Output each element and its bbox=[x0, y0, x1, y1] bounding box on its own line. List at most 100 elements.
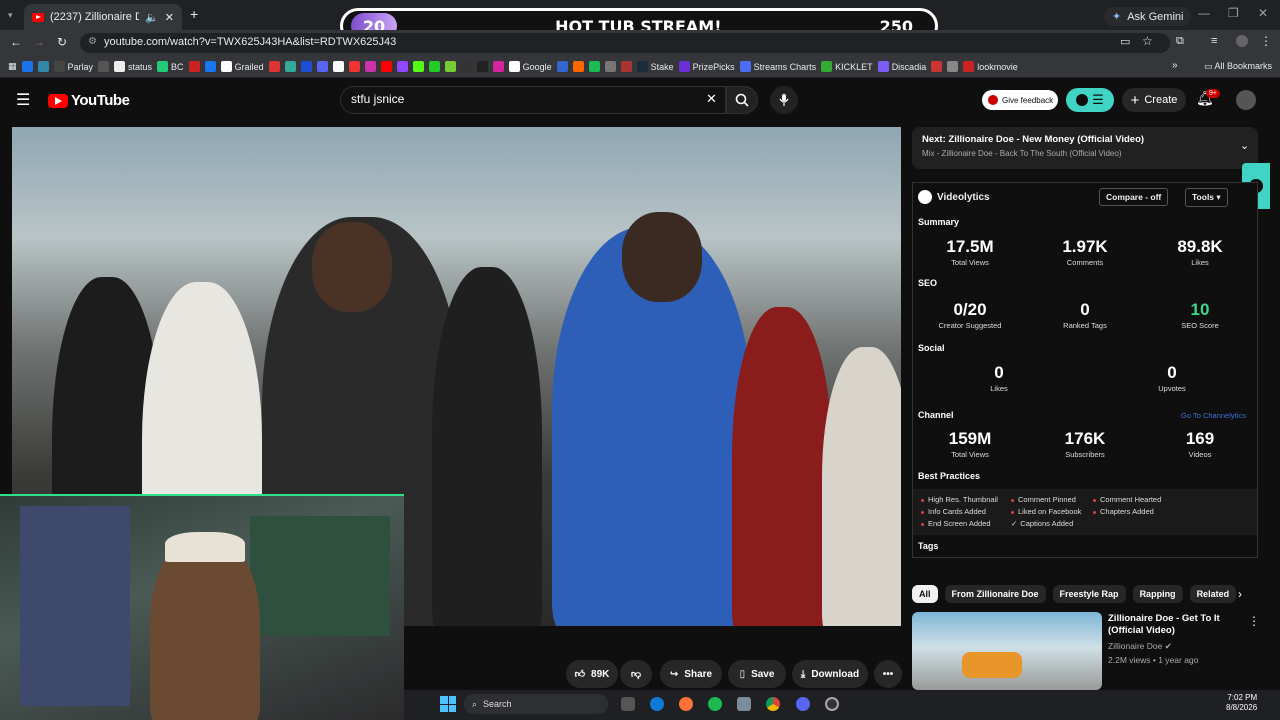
taskbar-clock[interactable]: 7:02 PM 8/8/2026 bbox=[1226, 693, 1257, 713]
profile-avatar[interactable] bbox=[1236, 35, 1248, 47]
edge-icon[interactable] bbox=[650, 697, 664, 711]
like-button[interactable]: 👍︎ 89K bbox=[566, 660, 618, 688]
minimize-button[interactable]: — bbox=[1198, 6, 1210, 20]
bookmark-parlay[interactable]: Parlay bbox=[53, 61, 93, 72]
forward-icon[interactable]: → bbox=[33, 35, 45, 49]
bookmark-item[interactable] bbox=[268, 61, 280, 72]
bookmark-stake[interactable]: Stake bbox=[636, 61, 674, 72]
recommended-thumbnail[interactable] bbox=[912, 612, 1102, 690]
bookmark-item[interactable] bbox=[444, 61, 456, 72]
chip-all[interactable]: All bbox=[912, 585, 938, 603]
bookmark-item[interactable] bbox=[460, 61, 472, 72]
close-window-button[interactable]: ✕ bbox=[1258, 6, 1268, 20]
more-menu-icon[interactable]: ⋮ bbox=[1260, 34, 1272, 48]
voice-search-button[interactable] bbox=[770, 86, 798, 114]
share-button[interactable]: ↪ Share bbox=[660, 660, 722, 688]
tab-close-icon[interactable]: ✕ bbox=[165, 11, 174, 24]
app-icon[interactable] bbox=[737, 697, 751, 711]
apps-icon[interactable]: ▦ bbox=[8, 61, 17, 72]
url-field[interactable]: youtube.com/watch?v=TWX625J43HA&list=RDT… bbox=[80, 33, 1170, 53]
up-next-panel[interactable]: Next: Zillionaire Doe - New Money (Offic… bbox=[912, 127, 1258, 169]
bookmark-google[interactable]: Google bbox=[508, 61, 552, 72]
recommended-channel[interactable]: Zillionaire Doe ✔ bbox=[1108, 641, 1172, 652]
hamburger-menu-icon[interactable]: ☰ bbox=[16, 90, 30, 110]
restore-button[interactable]: ❐ bbox=[1228, 6, 1239, 20]
bookmark-item[interactable] bbox=[931, 61, 943, 72]
reload-icon[interactable]: ↻ bbox=[57, 35, 67, 49]
videolytics-toggle-button[interactable]: ☰ bbox=[1066, 88, 1114, 112]
new-tab-button[interactable]: + bbox=[190, 6, 198, 22]
create-button[interactable]: + Create bbox=[1122, 88, 1186, 112]
download-button[interactable]: ⤓ Download bbox=[792, 660, 868, 688]
youtube-logo[interactable]: YouTube bbox=[48, 92, 130, 109]
bookmark-item[interactable] bbox=[332, 61, 344, 72]
search-button[interactable] bbox=[726, 86, 758, 114]
site-info-icon[interactable]: ⚙ bbox=[88, 36, 97, 47]
extensions-icon[interactable]: ⧉ bbox=[1176, 35, 1184, 48]
tools-dropdown[interactable]: Tools ▾ bbox=[1185, 188, 1228, 207]
cast-icon[interactable]: ▭ bbox=[1120, 35, 1130, 48]
back-icon[interactable]: ← bbox=[10, 35, 22, 49]
search-input[interactable]: stfu jsnice bbox=[340, 86, 726, 114]
bookmark-discadia[interactable]: Discadia bbox=[877, 61, 926, 72]
bookmark-item[interactable] bbox=[947, 61, 959, 72]
bookmark-item[interactable] bbox=[620, 61, 632, 72]
browser-tab-active[interactable]: (2237) Zillionaire Doe - Back 🔈 ✕ bbox=[24, 4, 182, 30]
taskbar-search[interactable]: ⌕ Search bbox=[464, 694, 608, 714]
bookmark-item[interactable] bbox=[204, 61, 216, 72]
bookmark-lookmovie[interactable]: lookmovie bbox=[963, 61, 1018, 72]
tab-search-icon[interactable]: ▾ bbox=[8, 10, 13, 21]
chrome-icon[interactable] bbox=[766, 697, 780, 711]
bookmark-item[interactable] bbox=[604, 61, 616, 72]
bookmark-item[interactable] bbox=[412, 61, 424, 72]
dislike-button[interactable]: 👎︎ bbox=[620, 660, 652, 688]
bookmark-item[interactable] bbox=[316, 61, 328, 72]
bookmark-item[interactable] bbox=[284, 61, 296, 72]
recommended-title[interactable]: Zillionaire Doe - Get To It (Official Vi… bbox=[1108, 613, 1248, 637]
chip-rapping[interactable]: Rapping bbox=[1132, 585, 1183, 603]
bookmark-item[interactable] bbox=[188, 61, 200, 72]
bookmark-item[interactable] bbox=[428, 61, 440, 72]
bookmarks-overflow-icon[interactable]: » bbox=[1172, 60, 1178, 71]
chevron-down-icon[interactable]: ⌄ bbox=[1240, 139, 1249, 152]
bookmark-item[interactable] bbox=[476, 61, 488, 72]
bookmark-item[interactable] bbox=[37, 61, 49, 72]
bookmark-item[interactable] bbox=[364, 61, 376, 72]
bookmark-item[interactable] bbox=[588, 61, 600, 72]
firefox-icon[interactable] bbox=[679, 697, 693, 711]
go-to-channelytics-link[interactable]: Go To Channelytics bbox=[1181, 411, 1246, 420]
windows-start-icon[interactable] bbox=[440, 696, 456, 712]
reading-list-icon[interactable]: ≡ bbox=[1211, 35, 1217, 47]
bookmark-item[interactable] bbox=[492, 61, 504, 72]
bookmark-item[interactable] bbox=[380, 61, 392, 72]
bookmark-star-icon[interactable]: ☆ bbox=[1142, 34, 1153, 48]
task-view-icon[interactable] bbox=[621, 697, 635, 711]
bookmark-item[interactable] bbox=[556, 61, 568, 72]
bookmark-bc[interactable]: BC bbox=[157, 61, 184, 72]
give-feedback-button[interactable]: Give feedback bbox=[982, 90, 1058, 110]
chip-freestyle-rap[interactable]: Freestyle Rap bbox=[1052, 585, 1126, 603]
compare-toggle-button[interactable]: Compare - off bbox=[1099, 188, 1169, 206]
bookmark-item[interactable] bbox=[98, 61, 110, 72]
bookmark-item[interactable] bbox=[348, 61, 360, 72]
bookmark-item[interactable] bbox=[396, 61, 408, 72]
bookmark-streams-charts[interactable]: Streams Charts bbox=[739, 61, 816, 72]
bookmark-grailed[interactable]: Grailed bbox=[220, 61, 264, 72]
recommended-more-icon[interactable]: ⋮ bbox=[1248, 614, 1260, 628]
bookmark-status[interactable]: status bbox=[114, 61, 152, 72]
spotify-icon[interactable] bbox=[708, 697, 722, 711]
all-bookmarks-button[interactable]: ▭ All Bookmarks bbox=[1204, 61, 1272, 72]
chip-from-zillionaire-doe[interactable]: From Zillionaire Doe bbox=[944, 585, 1046, 603]
save-button[interactable]: ▯ Save bbox=[728, 660, 786, 688]
clear-search-icon[interactable]: ✕ bbox=[706, 91, 717, 107]
bookmark-item[interactable] bbox=[21, 61, 33, 72]
chevron-right-icon[interactable]: › bbox=[1238, 587, 1242, 601]
account-avatar[interactable] bbox=[1236, 90, 1256, 110]
bookmark-kicklet[interactable]: KICKLET bbox=[821, 61, 873, 72]
discord-icon[interactable] bbox=[796, 697, 810, 711]
chip-related[interactable]: Related bbox=[1189, 585, 1237, 603]
bookmark-item[interactable] bbox=[300, 61, 312, 72]
bookmark-prizepicks[interactable]: PrizePicks bbox=[678, 61, 735, 72]
more-actions-button[interactable]: ••• bbox=[874, 660, 902, 688]
obs-icon[interactable] bbox=[825, 697, 839, 711]
